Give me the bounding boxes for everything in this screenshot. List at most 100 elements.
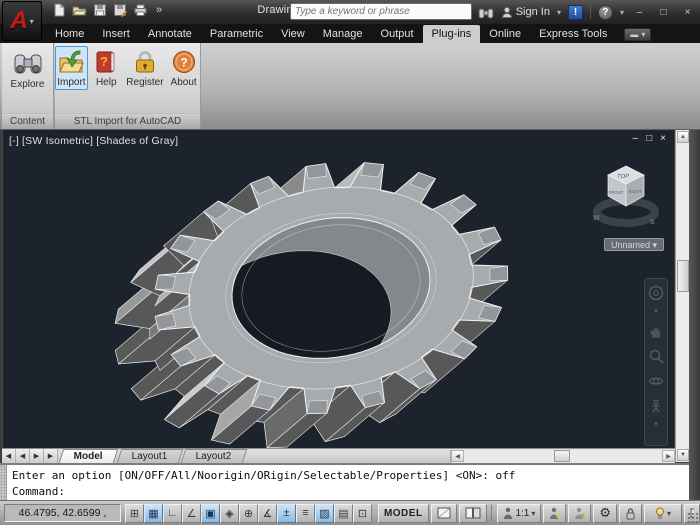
vp-close-icon[interactable]: ×: [660, 133, 666, 144]
status-bar: 46.4795, 42.6599 , 0.0000 ⊞▦∟∠▣◈⊕∡±≡▨▤⊡ …: [0, 500, 700, 525]
titlebar-right-cluster: Sign In ▾ ! ? ▾ – □ ×: [478, 2, 696, 22]
coordinates-readout[interactable]: 46.4795, 42.6599 , 0.0000: [4, 504, 121, 522]
tab-parametric[interactable]: Parametric: [201, 25, 272, 43]
status-toggle-polar[interactable]: ∠: [182, 504, 201, 523]
application-menu-button[interactable]: A ▾: [2, 1, 42, 41]
tab-model[interactable]: Model: [59, 449, 118, 463]
layout-tab-bar: ◀ ◀ ▶ ▶ Model Layout1 Layout2 ◀ ▶: [2, 448, 675, 463]
tab-insert[interactable]: Insert: [93, 25, 139, 43]
status-toggle-quick-properties[interactable]: ▤: [334, 504, 353, 523]
walk-icon[interactable]: [648, 398, 664, 414]
horizontal-scrollbar[interactable]: ◀ ▶: [450, 450, 675, 463]
about-button[interactable]: ? About: [167, 46, 200, 90]
tab-manage[interactable]: Manage: [314, 25, 372, 43]
panel-stl-import: Import ? Help Register: [55, 43, 201, 129]
register-button[interactable]: Register: [125, 46, 166, 90]
svg-text:FRONT: FRONT: [609, 190, 624, 195]
padlock-icon: [132, 49, 158, 75]
quick-view-layouts-button[interactable]: [431, 504, 457, 523]
ribbon-tab-row: Home Insert Annotate Parametric View Man…: [0, 24, 700, 43]
search-box[interactable]: [290, 3, 472, 20]
tab-plugins[interactable]: Plug-ins: [423, 25, 481, 43]
gear-model[interactable]: [3, 130, 674, 448]
status-toggle-osnap[interactable]: ▣: [201, 504, 220, 523]
status-toggle-3dosnap[interactable]: ◈: [220, 504, 239, 523]
panel-title-content[interactable]: Content: [2, 113, 53, 129]
tab-layout1[interactable]: Layout1: [117, 449, 183, 463]
status-toggle-otrack[interactable]: ⊕: [239, 504, 258, 523]
vertical-scroll-thumb[interactable]: [677, 260, 689, 292]
command-line[interactable]: Enter an option [ON/OFF/All/Noorigin/ORi…: [0, 463, 689, 500]
tab-view[interactable]: View: [272, 25, 314, 43]
command-grip-handle[interactable]: [0, 465, 7, 502]
signin-caret-icon[interactable]: ▾: [557, 8, 561, 17]
quick-view-drawings-button[interactable]: [459, 504, 487, 523]
application-status-menu[interactable]: ▾: [644, 504, 682, 523]
status-toggle-snap[interactable]: ⊞: [125, 504, 144, 523]
status-toggle-selection-cycling[interactable]: ⊡: [353, 504, 372, 523]
sign-in-group[interactable]: Sign In: [501, 6, 550, 18]
navbar-caret-icon[interactable]: ▾: [654, 423, 658, 427]
status-toggle-grid[interactable]: ▦: [144, 504, 163, 523]
prev-tab-button[interactable]: ◀: [16, 449, 30, 463]
autocad-window: A ▾ » Drawing2... ▸ Sign In ▾ ! ?: [0, 0, 700, 525]
next-tab-button[interactable]: ▶: [30, 449, 44, 463]
panel-icon: ▬: [630, 30, 638, 39]
first-tab-button[interactable]: ◀: [2, 449, 16, 463]
steering-wheel-icon[interactable]: [648, 285, 664, 301]
status-toggle-ducs[interactable]: ∡: [258, 504, 277, 523]
orbit-icon[interactable]: [648, 373, 664, 389]
named-view-button[interactable]: Unnamed ▾: [604, 238, 664, 251]
scroll-down-arrow[interactable]: ▼: [677, 449, 689, 461]
scroll-right-arrow[interactable]: ▶: [662, 450, 675, 462]
viewport-controls[interactable]: [-] [SW Isometric] [Shades of Gray]: [9, 135, 178, 147]
vp-minimize-icon[interactable]: –: [633, 133, 639, 144]
tab-express-tools[interactable]: Express Tools: [530, 25, 616, 43]
ribbon-minimize-button[interactable]: ▬ ▾: [624, 28, 651, 41]
status-toggle-lwt[interactable]: ≡: [296, 504, 315, 523]
close-button[interactable]: ×: [679, 5, 696, 20]
annotation-scale-button[interactable]: 1:1 ▾: [497, 504, 541, 523]
status-toggle-transparency[interactable]: ▨: [315, 504, 334, 523]
viewcube[interactable]: W S TOP FRONT RIGHT: [586, 156, 666, 236]
tab-online[interactable]: Online: [480, 25, 530, 43]
search-binoculars-icon[interactable]: [478, 6, 494, 19]
binoculars-icon: [13, 49, 43, 77]
svg-text:?: ?: [100, 54, 108, 69]
minimize-button[interactable]: –: [631, 5, 648, 20]
help-caret-icon[interactable]: ▾: [620, 8, 624, 17]
scroll-up-arrow[interactable]: ▲: [677, 131, 689, 143]
exchange-apps-icon[interactable]: !: [568, 5, 583, 20]
tab-annotate[interactable]: Annotate: [139, 25, 201, 43]
drawing-viewport[interactable]: [-] [SW Isometric] [Shades of Gray] – □ …: [2, 130, 674, 448]
vertical-scrollbar[interactable]: ▲ ▼: [675, 130, 689, 462]
title-bar: A ▾ » Drawing2... ▸ Sign In ▾ ! ?: [0, 0, 700, 24]
import-button[interactable]: Import: [55, 46, 88, 90]
help-icon[interactable]: ?: [598, 5, 613, 20]
pan-hand-icon[interactable]: [648, 323, 664, 339]
annotation-autoscale-button[interactable]: [568, 504, 591, 523]
workspace-switching-button[interactable]: ⚙: [593, 504, 617, 523]
status-toggle-dyn[interactable]: ±: [277, 504, 296, 523]
chevron-down-icon: ▾: [531, 509, 535, 518]
command-prompt-line[interactable]: Command:: [12, 485, 65, 498]
vp-restore-icon[interactable]: □: [646, 133, 652, 144]
annotation-visibility-button[interactable]: [543, 504, 566, 523]
tab-layout2[interactable]: Layout2: [181, 449, 247, 463]
maximize-button[interactable]: □: [655, 5, 672, 20]
toolbar-lock-button[interactable]: [619, 504, 642, 523]
search-input[interactable]: [291, 4, 471, 19]
model-space-button[interactable]: MODEL: [378, 504, 429, 523]
zoom-icon[interactable]: [648, 348, 664, 364]
navbar-caret-icon[interactable]: ▾: [654, 310, 658, 314]
resize-grip[interactable]: [687, 512, 699, 524]
tab-home[interactable]: Home: [46, 25, 93, 43]
explore-button[interactable]: Explore: [11, 46, 45, 92]
tab-output[interactable]: Output: [372, 25, 423, 43]
panel-title-stl-import[interactable]: STL Import for AutoCAD: [55, 113, 200, 129]
status-toggle-ortho[interactable]: ∟: [163, 504, 182, 523]
scroll-left-arrow[interactable]: ◀: [451, 450, 464, 462]
last-tab-button[interactable]: ▶: [44, 449, 58, 463]
horizontal-scroll-thumb[interactable]: [554, 450, 570, 462]
help-button[interactable]: ? Help: [90, 46, 123, 90]
